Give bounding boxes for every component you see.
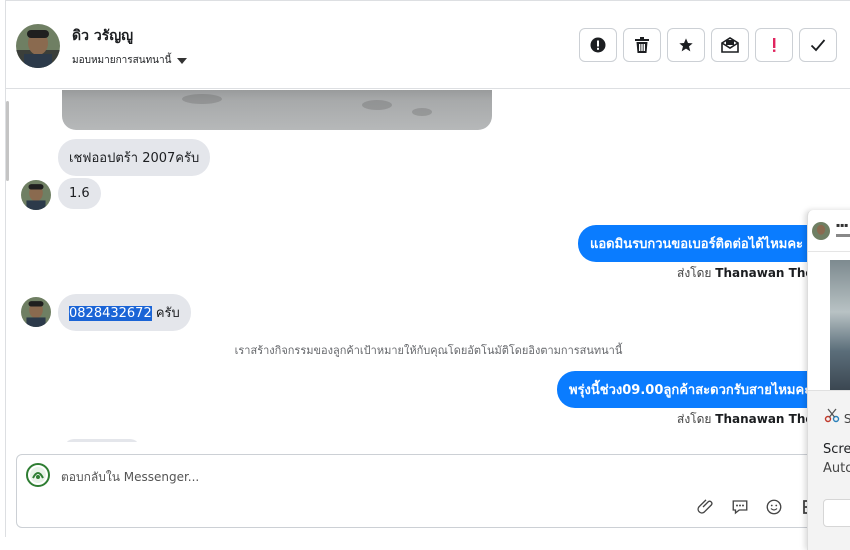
- toast-subtitle: Auto: [823, 461, 850, 476]
- sent-by-prefix: ส่งโดย: [677, 412, 712, 426]
- assign-label: มอบหมายการสนทนานี้: [72, 55, 172, 66]
- mark-unread-icon: [721, 37, 739, 53]
- message-suffix: ครับ: [151, 306, 180, 321]
- report-icon: [590, 37, 606, 53]
- chevron-down-icon: [177, 57, 188, 64]
- notification-overlay[interactable]: ▪▪▪ S Scre Auto: [807, 210, 850, 550]
- important-icon: [773, 38, 776, 52]
- snip-tool-icon: S: [824, 407, 850, 426]
- reply-composer: [16, 454, 850, 528]
- overlay-subtitle-bar: [836, 234, 850, 237]
- overlay-avatar: [812, 222, 830, 240]
- sent-by-label: ส่งโดย Thanawan Thon: [677, 264, 822, 283]
- star-button[interactable]: [667, 28, 705, 62]
- incoming-message[interactable]: 0828432672 ครับ: [58, 294, 191, 331]
- paperclip-icon: [697, 499, 713, 514]
- star-icon: [679, 38, 693, 52]
- outgoing-message[interactable]: พรุ่งนี้ช่วง09.00ลูกค้าสะดวกรับสายไหมคะ: [557, 371, 824, 408]
- emoji-button[interactable]: [764, 497, 784, 517]
- contact-avatar-small: [21, 297, 51, 327]
- composer-tools: [696, 497, 818, 517]
- message-list[interactable]: เชฟออปตร้า 2007ครับ 1.6 แอดมินรบกวนขอเบอ…: [6, 90, 850, 442]
- sent-by-label: ส่งโดย Thanawan Thon: [677, 410, 822, 429]
- mark-unread-button[interactable]: [711, 28, 749, 62]
- header-actions: [579, 28, 837, 62]
- emoji-icon: [766, 499, 782, 515]
- screenshot-toast[interactable]: S Scre Auto: [808, 390, 850, 550]
- conversation-header: ดิว วรัญญู มอบหมายการสนทนานี้: [6, 1, 850, 89]
- conversation-panel: ดิว วรัญญู มอบหมายการสนทนานี้ เชฟออปตร้า…: [5, 0, 850, 537]
- assign-conversation-dropdown[interactable]: มอบหมายการสนทนานี้: [72, 53, 188, 68]
- reply-input[interactable]: [61, 467, 661, 487]
- incoming-message[interactable]: เชฟออปตร้า 2007ครับ: [58, 139, 211, 176]
- important-button[interactable]: [755, 28, 793, 62]
- incoming-message[interactable]: 1.6: [58, 178, 101, 209]
- delete-button[interactable]: [623, 28, 661, 62]
- incoming-message-partial[interactable]: [64, 439, 140, 442]
- system-note: เราสร้างกิจกรรมของลูกค้าเป้าหมายให้กับคุ…: [234, 344, 623, 357]
- image-attachment[interactable]: [62, 90, 492, 130]
- contact-avatar-small: [21, 180, 51, 210]
- toast-title: Scre: [823, 442, 850, 457]
- overlay-title-icon: ▪▪▪: [836, 222, 849, 229]
- sent-by-prefix: ส่งโดย: [677, 266, 712, 280]
- saved-replies-button[interactable]: [730, 497, 750, 517]
- outgoing-message[interactable]: แอดมินรบกวนขอเบอร์ติดต่อได้ไหมคะ: [578, 225, 816, 262]
- page-logo-icon: [26, 463, 50, 487]
- trash-icon: [635, 37, 649, 53]
- contact-avatar[interactable]: [16, 24, 60, 68]
- done-check-icon: [810, 39, 826, 52]
- selected-phone-number[interactable]: 0828432672: [69, 306, 152, 321]
- chat-bubble-icon: [732, 500, 748, 515]
- report-button[interactable]: [579, 28, 617, 62]
- toast-action-button[interactable]: [823, 499, 850, 527]
- mark-done-button[interactable]: [799, 28, 837, 62]
- scrollbar[interactable]: [6, 101, 9, 181]
- attach-button[interactable]: [696, 497, 716, 517]
- snip-label: S: [844, 412, 850, 426]
- overlay-header: ▪▪▪: [808, 210, 850, 252]
- contact-name[interactable]: ดิว วรัญญู: [72, 25, 133, 47]
- overlay-image-preview[interactable]: [830, 260, 850, 390]
